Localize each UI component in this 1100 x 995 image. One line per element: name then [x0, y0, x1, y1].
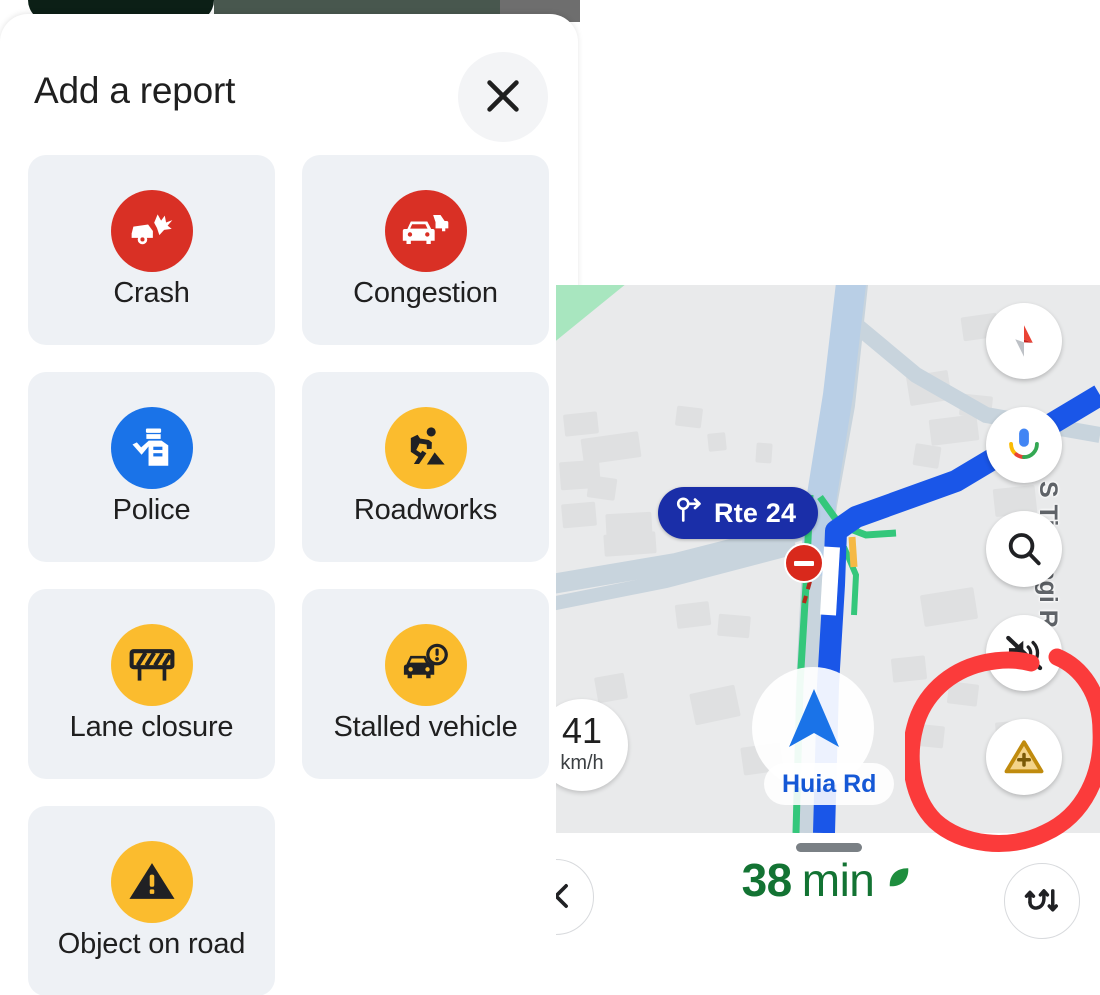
close-icon: [556, 877, 575, 918]
search-button[interactable]: [986, 511, 1062, 587]
report-option-label: Police: [112, 494, 191, 527]
compass-icon: [1003, 320, 1045, 362]
lane-closure-icon: [110, 624, 193, 707]
eta-value: 38: [741, 854, 793, 906]
navigation-map-panel: Rte 24 Huia Rd S Titirangi R 41 km/h: [556, 285, 1100, 995]
report-option-label: Roadworks: [353, 494, 498, 527]
speed-unit: km/h: [560, 752, 604, 774]
microphone-icon: [1003, 424, 1045, 466]
mute-button[interactable]: [986, 615, 1062, 691]
report-option-label: Object on road: [57, 928, 246, 961]
assistant-button[interactable]: [986, 407, 1062, 483]
street-label-huia-rd: Huia Rd: [764, 763, 895, 805]
roadworks-icon: [384, 407, 467, 490]
eta-unit: min: [801, 854, 875, 906]
report-option-label: Lane closure: [69, 711, 234, 744]
report-option-roadworks[interactable]: Roadworks: [302, 372, 549, 562]
report-option-police[interactable]: Police: [28, 372, 275, 562]
vehicle-arrow-icon: [789, 689, 839, 747]
mute-icon: [1003, 632, 1045, 674]
compass-button[interactable]: [986, 303, 1062, 379]
roundabout-exit-icon: [674, 495, 704, 532]
report-option-label: Crash: [113, 277, 190, 310]
report-option-congestion[interactable]: Congestion: [302, 155, 549, 345]
report-option-stalled-vehicle[interactable]: Stalled vehicle: [302, 589, 549, 779]
congestion-icon: [384, 190, 467, 273]
report-option-object-on-road[interactable]: Object on road: [28, 806, 275, 995]
close-sheet-button[interactable]: [458, 52, 548, 142]
stalled-vehicle-icon: [384, 624, 467, 707]
object-on-road-icon: [110, 841, 193, 924]
sheet-header: Add a report: [0, 14, 578, 152]
alternate-routes-icon: [1023, 881, 1061, 922]
close-icon: [480, 73, 526, 122]
route-badge-label: Rte 24: [714, 497, 797, 528]
report-option-label: Congestion: [353, 277, 498, 310]
map-canvas[interactable]: Rte 24 Huia Rd S Titirangi R 41 km/h: [556, 285, 1100, 833]
police-icon: [110, 407, 193, 490]
report-option-lane-closure[interactable]: Lane closure: [28, 589, 275, 779]
eco-leaf-icon: [884, 863, 914, 898]
search-icon: [1003, 528, 1045, 570]
report-options-grid: Crash Congestion Police Roadworks Lane c…: [28, 155, 550, 995]
page-title: Add a report: [34, 70, 236, 111]
speed-value: 41: [561, 710, 603, 751]
add-report-sheet: Add a report Crash Congestion Police Roa…: [0, 14, 578, 995]
report-button[interactable]: [986, 719, 1062, 795]
report-option-label: Stalled vehicle: [333, 711, 518, 744]
crash-icon: [110, 190, 193, 273]
no-entry-marker: [784, 543, 824, 583]
report-triangle-plus-icon: [1003, 736, 1045, 778]
screenshot-root: Add a report Crash Congestion Police Roa…: [0, 0, 1100, 995]
alternate-routes-button[interactable]: [1004, 863, 1080, 939]
drag-handle[interactable]: [796, 843, 862, 852]
navigation-bottom-bar: 38 min: [556, 833, 1100, 995]
route-badge[interactable]: Rte 24: [658, 487, 819, 539]
report-option-crash[interactable]: Crash: [28, 155, 275, 345]
